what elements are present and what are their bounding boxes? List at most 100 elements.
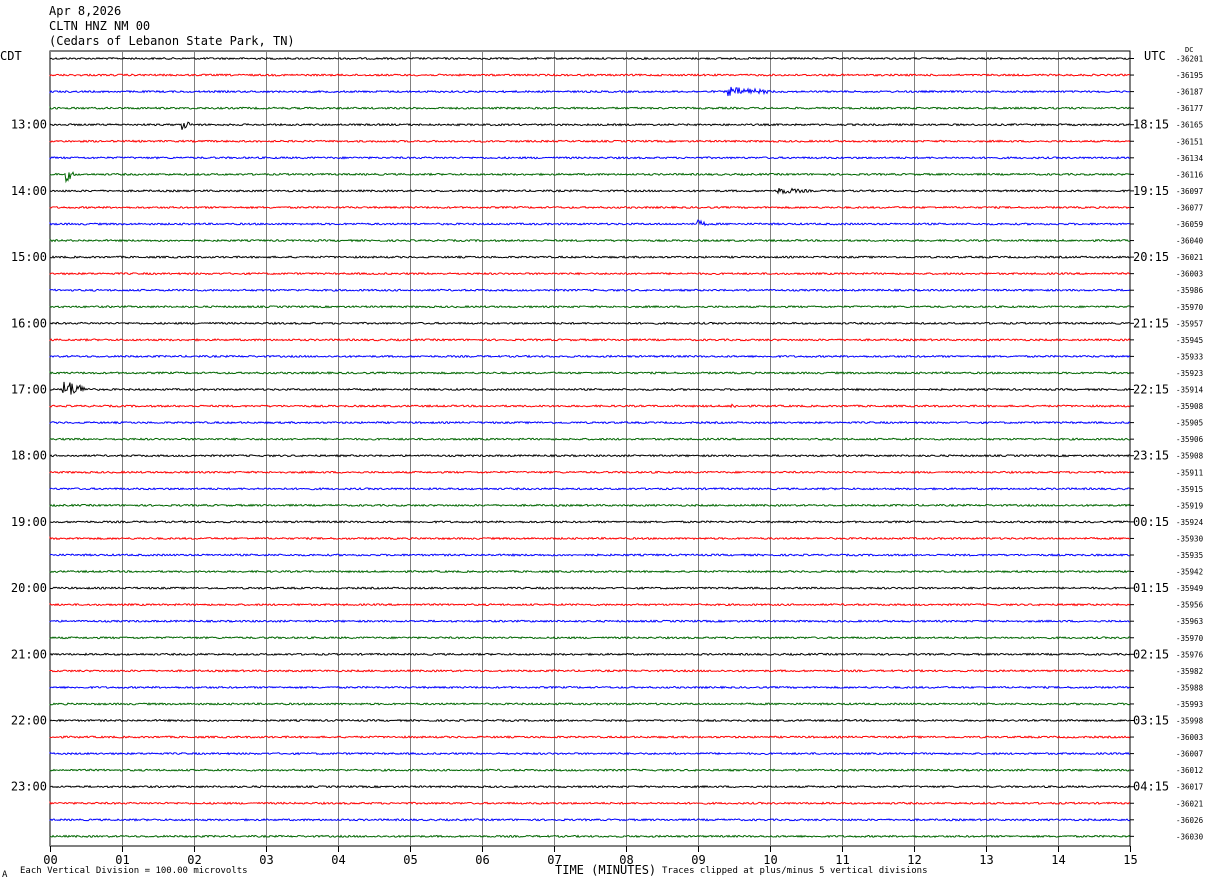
trace-line [49, 768, 1131, 772]
right-hour-label: 04:15 [1133, 780, 1169, 794]
dc-offset-label: -36003 [1176, 270, 1203, 279]
dc-offset-label: -35905 [1176, 419, 1203, 428]
trace-line [49, 735, 1131, 739]
x-tick-label: 03 [259, 853, 273, 867]
trace-line [49, 553, 1131, 557]
dc-offset-label: -35930 [1176, 534, 1204, 543]
trace-line [49, 668, 1131, 673]
dc-offset-label: -36201 [1176, 55, 1203, 64]
left-hour-label: 21:00 [11, 647, 47, 661]
trace-line [49, 403, 1131, 409]
trace-line [49, 784, 1131, 789]
trace-line [49, 486, 1131, 491]
right-hour-label: 03:15 [1133, 714, 1169, 728]
trace-line [49, 304, 1131, 309]
dc-offset-label: -36151 [1176, 137, 1203, 146]
dc-offset-label: -36030 [1176, 832, 1204, 841]
x-tick-label: 09 [691, 853, 705, 867]
dc-offset-label: -35911 [1176, 468, 1203, 477]
dc-offset-label: -35923 [1176, 369, 1203, 378]
axis-labels: 00 01 02 03 04 05 06 07 08 09 10 11 12 13 14 15-36201-3… [11, 55, 1204, 868]
dc-offset-label: -36187 [1176, 88, 1203, 97]
trace-line [49, 834, 1131, 839]
x-tick-label: 11 [835, 853, 849, 867]
trace-line [49, 337, 1131, 342]
trace-line [49, 520, 1131, 524]
trace-line [49, 635, 1131, 640]
dc-offset-label: -36097 [1176, 187, 1203, 196]
dc-offset-label: -35915 [1176, 485, 1203, 494]
dc-offset-label: -35988 [1176, 683, 1204, 692]
trace-line [49, 718, 1131, 723]
dc-offset-label: -35970 [1176, 303, 1204, 312]
x-axis-title: TIME (MINUTES) [555, 863, 657, 877]
trace-line [49, 139, 1131, 144]
trace-line [49, 288, 1131, 293]
minute-grid [49, 50, 1134, 852]
dc-offset-label: -35976 [1176, 650, 1204, 659]
right-hour-label: 22:15 [1133, 383, 1169, 397]
trace-line [49, 586, 1131, 590]
dc-offset-label: -36177 [1176, 104, 1203, 113]
x-tick-label: 01 [115, 853, 129, 867]
left-timezone-label: CDT [0, 49, 22, 63]
dc-offset-label: -35957 [1176, 319, 1203, 328]
trace-line [49, 420, 1131, 425]
trace-line [49, 453, 1131, 458]
dc-offset-label: -35919 [1176, 501, 1203, 510]
dc-offset-label: -35993 [1176, 700, 1203, 709]
trace-line [49, 652, 1131, 657]
x-tick-label: 00 [43, 853, 57, 867]
trace-line [49, 321, 1131, 326]
trace-line [49, 121, 1131, 130]
dc-offset-label: -36021 [1176, 799, 1203, 808]
right-hour-label: 23:15 [1133, 449, 1169, 463]
left-hour-label: 16:00 [11, 316, 47, 330]
dc-offset-label: -35986 [1176, 286, 1204, 295]
dc-offset-label: -35963 [1176, 617, 1203, 626]
dc-offset-label: -36003 [1176, 733, 1203, 742]
x-tick-label: 05 [403, 853, 417, 867]
dc-offset-label: -36059 [1176, 220, 1203, 229]
x-tick-label: 13 [979, 853, 993, 867]
dc-offset-label: -35956 [1176, 601, 1204, 610]
trace-line [49, 702, 1131, 706]
trace-line [49, 503, 1131, 508]
right-hour-label: 18:15 [1133, 118, 1169, 132]
helicorder-plot: 00 01 02 03 04 05 06 07 08 09 10 11 12 13 14 15-36201-3… [11, 50, 1204, 868]
left-hour-label: 22:00 [11, 714, 47, 728]
plot-frame [49, 50, 1131, 847]
dc-offset-label: -36021 [1176, 253, 1203, 262]
left-hour-label: 13:00 [11, 118, 47, 132]
corner-mark: A [2, 870, 8, 880]
dc-offset-label: -35949 [1176, 584, 1203, 593]
trace-line [49, 255, 1131, 259]
trace-line [49, 171, 1131, 184]
trace-line [49, 602, 1131, 607]
trace-line [49, 155, 1131, 160]
dc-offset-label: -36026 [1176, 816, 1204, 825]
vertical-division-note: Each Vertical Division = 100.00 microvol… [20, 866, 248, 876]
trace-line [49, 106, 1131, 110]
right-hour-label: 00:15 [1133, 515, 1169, 529]
trace-line [49, 619, 1131, 624]
dc-offset-label: -35935 [1176, 551, 1203, 560]
dc-offset-header: DC [1185, 46, 1194, 54]
trace-line [49, 86, 1131, 97]
x-tick-label: 04 [331, 853, 345, 867]
trace-line [49, 685, 1131, 690]
left-hour-label: 19:00 [11, 515, 47, 529]
trace-line [49, 205, 1131, 210]
dc-offset-label: -36116 [1176, 170, 1204, 179]
seismic-traces [49, 56, 1131, 839]
x-tick-label: 14 [1051, 853, 1065, 867]
right-timezone-label: UTC [1144, 49, 1166, 63]
left-hour-label: 18:00 [11, 449, 47, 463]
right-hour-label: 20:15 [1133, 250, 1169, 264]
dc-offset-label: -36040 [1176, 237, 1204, 246]
dc-offset-label: -35914 [1176, 386, 1204, 395]
trace-line [49, 800, 1131, 805]
dc-offset-label: -35970 [1176, 634, 1204, 643]
trace-line [49, 219, 1131, 227]
dc-offset-label: -35933 [1176, 352, 1203, 361]
